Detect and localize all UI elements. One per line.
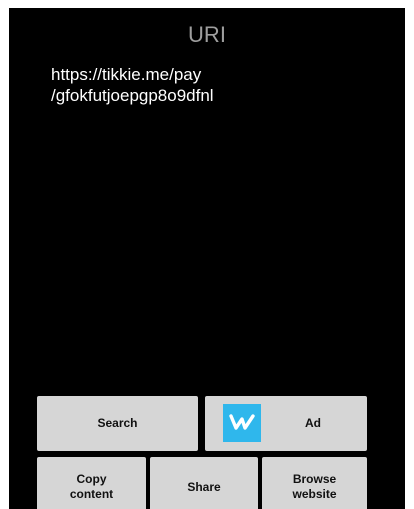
share-button[interactable]: Share bbox=[150, 457, 258, 509]
result-screen: URI https://tikkie.me/pay /gfokfutjoepgp… bbox=[9, 8, 405, 509]
share-label: Share bbox=[187, 479, 221, 494]
status-bar-strip bbox=[0, 0, 414, 8]
ad-label: Ad bbox=[305, 416, 321, 430]
copy-content-label: Copy content bbox=[69, 472, 114, 501]
search-button[interactable]: Search bbox=[37, 396, 198, 451]
browse-website-button[interactable]: Browse website bbox=[262, 457, 367, 509]
wish-logo-glyph bbox=[229, 414, 255, 430]
page-title: URI bbox=[188, 22, 226, 47]
ad-button[interactable]: Ad bbox=[205, 396, 367, 451]
copy-content-button[interactable]: Copy content bbox=[37, 457, 146, 509]
browse-website-label: Browse website bbox=[292, 472, 337, 501]
uri-text: https://tikkie.me/pay /gfokfutjoepgp8o9d… bbox=[51, 65, 214, 105]
wish-logo-icon bbox=[223, 404, 261, 442]
search-button-label: Search bbox=[97, 416, 138, 430]
